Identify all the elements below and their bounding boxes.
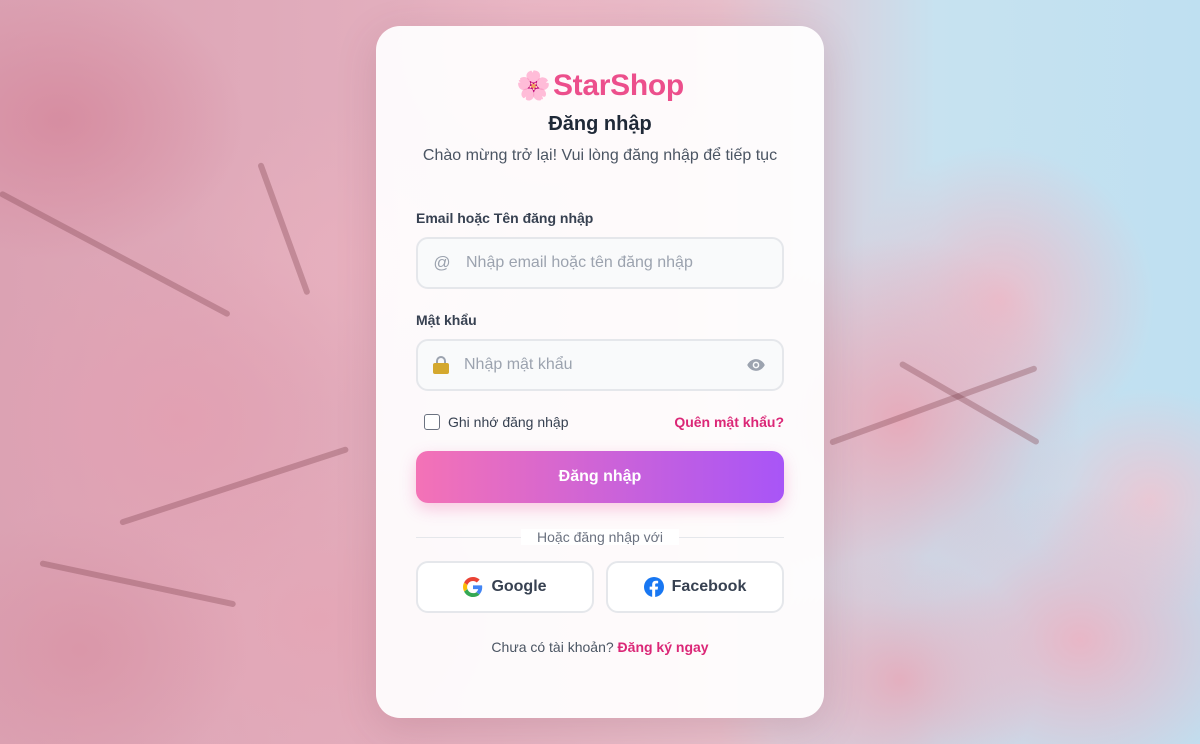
page-title: Đăng nhập xyxy=(548,113,652,135)
remember-label: Ghi nhớ đăng nhập xyxy=(448,414,569,430)
eye-icon[interactable] xyxy=(746,355,766,375)
forgot-password-link[interactable]: Quên mật khẩu? xyxy=(674,414,784,430)
divider: Hoặc đăng nhập với xyxy=(416,527,784,547)
signup-prompt: Chưa có tài khoản? Đăng ký ngay xyxy=(416,639,784,655)
divider-text: Hoặc đăng nhập với xyxy=(521,529,679,545)
signup-text: Chưa có tài khoản? xyxy=(491,639,614,655)
remember-checkbox[interactable] xyxy=(424,414,440,430)
password-input[interactable] xyxy=(464,356,746,374)
facebook-icon xyxy=(643,577,664,597)
email-label: Email hoặc Tên đăng nhập xyxy=(416,210,594,226)
login-card: 🌸 StarShop Đăng nhập Chào mừng trở lại! … xyxy=(376,26,824,718)
google-login-button[interactable]: Google xyxy=(416,561,594,613)
email-field[interactable]: @ xyxy=(416,237,784,289)
google-icon xyxy=(463,577,483,597)
page-subtitle: Chào mừng trở lại! Vui lòng đăng nhập để… xyxy=(422,147,778,164)
google-label: Google xyxy=(491,578,547,595)
brand-name: StarShop xyxy=(552,69,684,102)
email-input[interactable] xyxy=(466,254,768,272)
password-field[interactable] xyxy=(416,339,784,391)
signup-link[interactable]: Đăng ký ngay xyxy=(618,639,709,655)
at-icon: @ xyxy=(433,253,451,272)
password-label: Mật khẩu xyxy=(416,312,477,328)
facebook-label: Facebook xyxy=(671,578,747,595)
cherry-blossom-icon: 🌸 xyxy=(516,70,551,101)
lock-icon xyxy=(432,355,450,375)
brand-logo: 🌸 StarShop xyxy=(416,68,784,104)
remember-me[interactable]: Ghi nhớ đăng nhập xyxy=(416,414,569,430)
facebook-login-button[interactable]: Facebook xyxy=(606,561,784,613)
login-button[interactable]: Đăng nhập xyxy=(416,451,784,503)
